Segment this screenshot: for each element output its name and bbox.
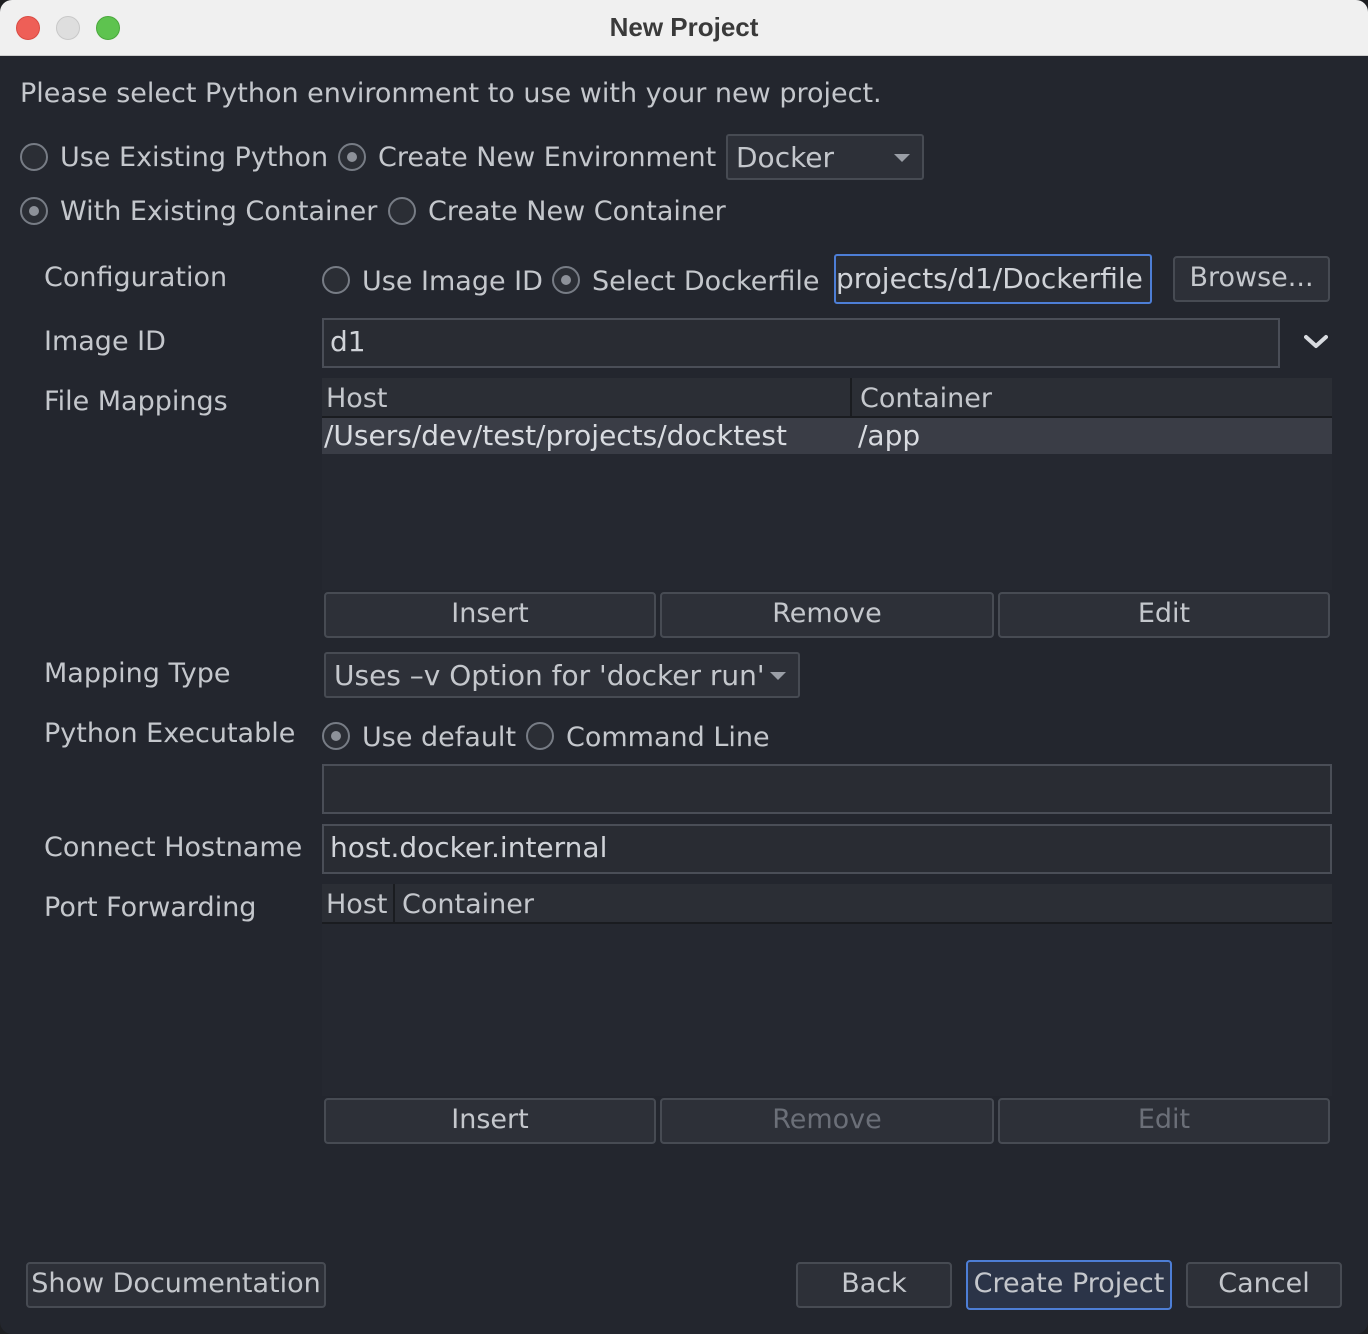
window-title: New Project bbox=[609, 12, 759, 42]
with-existing-container-label[interactable]: With Existing Container bbox=[60, 195, 377, 229]
column-header-container[interactable]: Container bbox=[402, 886, 534, 924]
browse-button[interactable]: Browse... bbox=[1173, 256, 1330, 302]
mapping-type-label: Mapping Type bbox=[44, 658, 231, 689]
use-image-id-radio[interactable] bbox=[322, 266, 350, 294]
table-cell-container: /app bbox=[858, 419, 921, 452]
port-forwarding-insert-button[interactable]: Insert bbox=[324, 1098, 656, 1144]
column-header-host[interactable]: Host bbox=[326, 380, 387, 418]
chevron-down-icon bbox=[770, 672, 786, 680]
connect-hostname-input[interactable]: host.docker.internal bbox=[322, 824, 1332, 874]
create-project-button[interactable]: Create Project bbox=[966, 1260, 1172, 1310]
table-body bbox=[322, 924, 1332, 1096]
python-executable-label: Python Executable bbox=[44, 718, 296, 749]
file-mappings-remove-button[interactable]: Remove bbox=[660, 592, 994, 638]
select-dockerfile-label[interactable]: Select Dockerfile bbox=[592, 265, 820, 299]
column-divider[interactable] bbox=[393, 884, 395, 924]
file-mappings-table: Host Container /Users/dev/test/projects/… bbox=[322, 378, 1332, 590]
table-header: Host Container bbox=[322, 884, 1332, 924]
column-header-container[interactable]: Container bbox=[860, 380, 992, 418]
show-documentation-button[interactable]: Show Documentation bbox=[26, 1262, 326, 1308]
table-row[interactable]: /Users/dev/test/projects/docktest /app bbox=[322, 418, 1332, 454]
environment-type-value: Docker bbox=[736, 141, 835, 174]
title-bar: New Project bbox=[0, 0, 1368, 56]
chevron-down-icon bbox=[894, 154, 910, 162]
create-new-environment-radio[interactable] bbox=[338, 143, 366, 171]
use-default-radio[interactable] bbox=[322, 722, 350, 750]
table-body: /Users/dev/test/projects/docktest /app bbox=[322, 418, 1332, 590]
mapping-type-select[interactable]: Uses –v Option for 'docker run' bbox=[324, 652, 800, 698]
configuration-label: Configuration bbox=[44, 262, 228, 293]
connect-hostname-label: Connect Hostname bbox=[44, 832, 303, 863]
connect-hostname-value: host.docker.internal bbox=[330, 831, 608, 864]
image-id-label: Image ID bbox=[44, 326, 166, 357]
use-image-id-label[interactable]: Use Image ID bbox=[362, 265, 543, 299]
command-line-radio[interactable] bbox=[526, 722, 554, 750]
dockerfile-path-input[interactable]: projects/d1/Dockerfile bbox=[834, 254, 1152, 304]
column-header-host[interactable]: Host bbox=[326, 886, 387, 924]
chevron-down-icon[interactable] bbox=[1304, 334, 1328, 350]
image-id-value: d1 bbox=[330, 325, 366, 358]
command-line-label[interactable]: Command Line bbox=[566, 721, 770, 755]
mapping-type-value: Uses –v Option for 'docker run' bbox=[334, 659, 765, 692]
environment-type-select[interactable]: Docker bbox=[726, 134, 924, 180]
back-button[interactable]: Back bbox=[796, 1262, 952, 1308]
file-mappings-insert-button[interactable]: Insert bbox=[324, 592, 656, 638]
create-new-environment-label[interactable]: Create New Environment bbox=[378, 141, 716, 175]
port-forwarding-remove-button[interactable]: Remove bbox=[660, 1098, 994, 1144]
cancel-button[interactable]: Cancel bbox=[1186, 1262, 1342, 1308]
image-id-input[interactable]: d1 bbox=[322, 318, 1280, 368]
use-existing-python-radio[interactable] bbox=[20, 143, 48, 171]
port-forwarding-edit-button[interactable]: Edit bbox=[998, 1098, 1330, 1144]
port-forwarding-table: Host Container bbox=[322, 884, 1332, 1096]
use-default-label[interactable]: Use default bbox=[362, 721, 516, 755]
table-cell-host: /Users/dev/test/projects/docktest bbox=[324, 419, 787, 452]
port-forwarding-label: Port Forwarding bbox=[44, 892, 257, 923]
intro-text: Please select Python environment to use … bbox=[20, 78, 882, 109]
column-divider[interactable] bbox=[850, 378, 852, 418]
create-new-container-label[interactable]: Create New Container bbox=[428, 195, 726, 229]
new-project-dialog: New Project Please select Python environ… bbox=[0, 0, 1368, 1334]
with-existing-container-radio[interactable] bbox=[20, 197, 48, 225]
table-header: Host Container bbox=[322, 378, 1332, 418]
select-dockerfile-radio[interactable] bbox=[552, 266, 580, 294]
file-mappings-edit-button[interactable]: Edit bbox=[998, 592, 1330, 638]
create-new-container-radio[interactable] bbox=[388, 197, 416, 225]
command-line-input[interactable] bbox=[322, 764, 1332, 814]
dockerfile-path-value: projects/d1/Dockerfile bbox=[836, 262, 1143, 295]
file-mappings-label: File Mappings bbox=[44, 386, 228, 417]
use-existing-python-label[interactable]: Use Existing Python bbox=[60, 141, 328, 175]
